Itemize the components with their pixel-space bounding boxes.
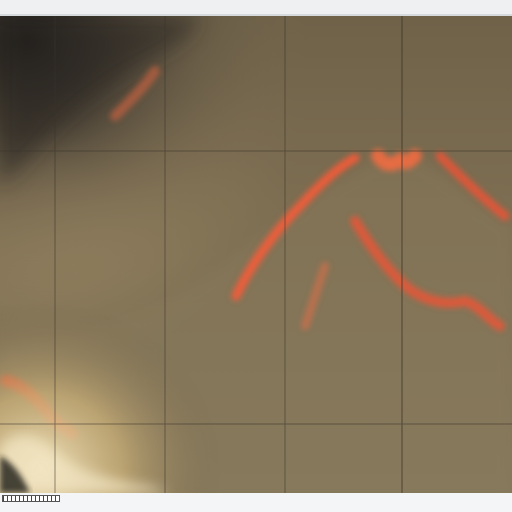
volcano-photo bbox=[0, 16, 512, 493]
photo-frame bbox=[0, 0, 512, 512]
volcano-image bbox=[0, 16, 512, 493]
bright-steam-cloud bbox=[0, 16, 512, 493]
bottom-strip bbox=[0, 493, 512, 512]
scale-bar bbox=[2, 495, 60, 502]
